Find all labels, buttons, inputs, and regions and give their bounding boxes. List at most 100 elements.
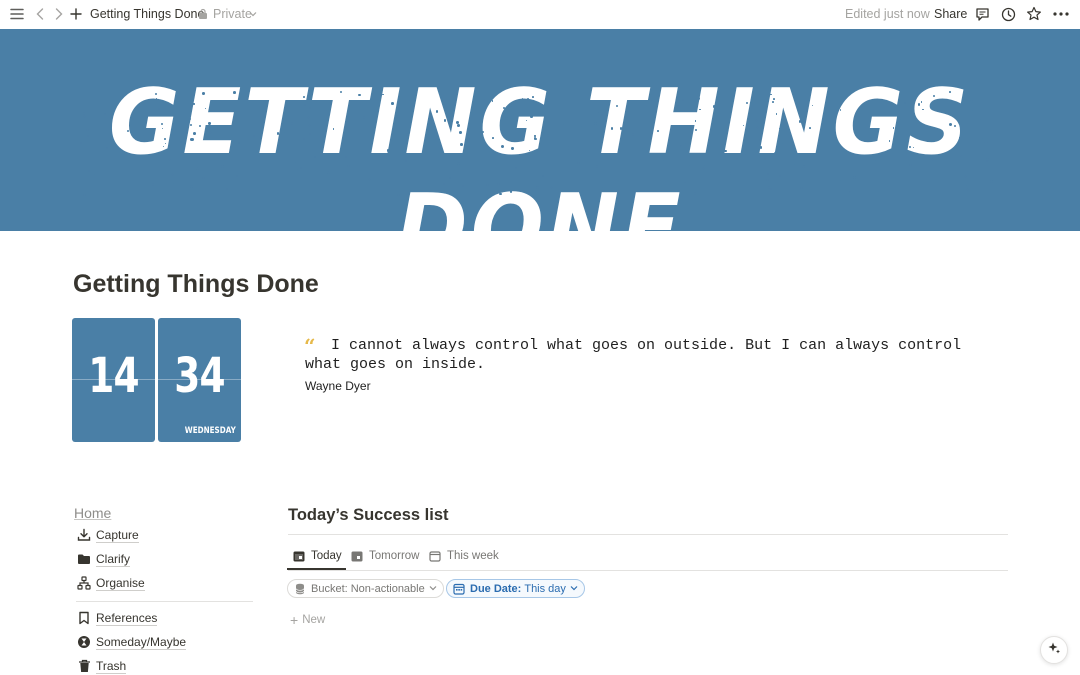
breadcrumb-page-title[interactable]: Getting Things Done xyxy=(90,7,204,21)
forward-icon[interactable] xyxy=(50,5,68,23)
sitemap-icon xyxy=(76,575,92,591)
tab-today[interactable]: Today xyxy=(292,548,342,564)
banner-speck xyxy=(787,127,789,130)
banner-speck xyxy=(193,131,197,135)
filter-bucket[interactable]: Bucket: Non-actionable xyxy=(287,579,444,598)
banner-speck xyxy=(593,122,597,125)
banner-speck xyxy=(900,118,902,120)
banner-speck xyxy=(458,131,462,134)
nav-home-link[interactable]: Home xyxy=(74,505,111,521)
banner-speck xyxy=(193,103,195,105)
banner-speck xyxy=(287,150,290,153)
nav-item-label: Clarify xyxy=(96,551,131,567)
nav-item-clarify[interactable]: Clarify xyxy=(76,550,131,568)
filter-due-date[interactable]: Due Date: This day xyxy=(446,579,585,598)
banner-speck xyxy=(163,137,166,140)
banner-speck xyxy=(879,113,882,116)
nav-item-organise[interactable]: Organise xyxy=(76,574,145,592)
clock-divider xyxy=(72,379,155,380)
banner-speck xyxy=(562,124,564,126)
privacy-label[interactable]: Private xyxy=(213,7,252,21)
banner-speck xyxy=(969,99,973,103)
tab-this-week[interactable]: This week xyxy=(428,548,499,564)
share-button[interactable]: Share xyxy=(934,7,967,21)
banner-speck xyxy=(363,155,365,157)
banner-speck xyxy=(701,166,705,170)
banner-speck xyxy=(800,187,803,190)
banner-speck xyxy=(971,109,974,111)
filter-label-value: This day xyxy=(524,582,566,595)
nav-item-label: Someday/Maybe xyxy=(96,634,187,650)
banner-speck xyxy=(742,152,746,156)
banner-speck xyxy=(347,164,350,168)
banner-speck xyxy=(536,186,539,189)
clock-hours: 14 xyxy=(88,348,139,404)
banner-speck xyxy=(237,142,240,145)
calendar-icon xyxy=(350,549,364,563)
ai-assistant-button[interactable] xyxy=(1040,636,1068,664)
banner-speck xyxy=(681,99,684,102)
chevron-down-icon[interactable] xyxy=(248,5,258,23)
more-icon[interactable] xyxy=(1052,5,1070,23)
nav-item-trash[interactable]: Trash xyxy=(76,657,127,675)
banner-speck xyxy=(492,137,494,139)
banner-speck xyxy=(232,91,236,95)
star-icon[interactable] xyxy=(1025,5,1043,23)
banner-speck xyxy=(990,180,993,183)
nav-item-references[interactable]: References xyxy=(76,609,158,627)
banner-speck xyxy=(778,174,782,178)
clock-minutes-card: 34 WEDNESDAY xyxy=(158,318,241,442)
banner-speck xyxy=(534,135,536,137)
banner-speck xyxy=(948,122,952,126)
banner-speck xyxy=(382,93,384,95)
banner-speck xyxy=(760,146,763,149)
banner-speck xyxy=(461,184,464,188)
banner-speck xyxy=(772,98,775,100)
banner-speck xyxy=(963,174,967,178)
banner-speck xyxy=(530,115,533,118)
banner-speck xyxy=(400,145,402,148)
banner-speck xyxy=(442,179,444,181)
banner-speck xyxy=(170,172,174,176)
tab-tomorrow[interactable]: Tomorrow xyxy=(350,548,419,564)
calendar-icon xyxy=(453,583,465,595)
comment-icon[interactable] xyxy=(973,5,991,23)
history-icon[interactable] xyxy=(999,5,1017,23)
hourglass-icon xyxy=(76,634,92,650)
banner-speck xyxy=(948,153,950,155)
folder-icon xyxy=(76,551,92,567)
banner-speck xyxy=(853,175,857,179)
banner-speck xyxy=(725,193,727,195)
database-icon xyxy=(294,583,306,595)
new-row-button[interactable]: + New xyxy=(290,613,325,627)
quote-author[interactable]: Wayne Dyer xyxy=(305,379,371,393)
banner-speck xyxy=(189,123,192,126)
banner-speck xyxy=(221,165,224,168)
nav-item-capture[interactable]: Capture xyxy=(76,526,139,544)
banner-speck xyxy=(699,188,701,190)
banner-speck xyxy=(339,91,342,93)
back-icon[interactable] xyxy=(31,5,49,23)
banner-speck xyxy=(874,159,876,161)
banner-speck xyxy=(225,187,229,190)
banner-speck xyxy=(460,143,463,146)
database-title[interactable]: Today’s Success list xyxy=(288,506,449,525)
banner-speck xyxy=(151,183,155,186)
banner-speck xyxy=(736,158,738,160)
banner-speck xyxy=(684,142,686,144)
banner-speck xyxy=(457,123,461,127)
filter-label: Bucket: Non-actionable xyxy=(311,582,425,595)
page-title[interactable]: Getting Things Done xyxy=(73,268,319,300)
banner-speck xyxy=(515,167,517,169)
calendar-icon xyxy=(292,549,306,563)
banner-speck xyxy=(592,142,595,144)
banner-speck xyxy=(542,174,545,177)
banner-speck xyxy=(984,141,988,145)
nav-item-someday-maybe[interactable]: Someday/Maybe xyxy=(76,633,187,651)
menu-icon[interactable] xyxy=(8,5,26,23)
banner-speck xyxy=(953,125,956,128)
quote-text[interactable]: I cannot always control what goes on out… xyxy=(305,336,995,374)
banner-speck xyxy=(83,193,86,197)
cover-banner[interactable]: GETTING THINGS DONE xyxy=(0,29,1080,231)
add-icon[interactable] xyxy=(67,5,85,23)
